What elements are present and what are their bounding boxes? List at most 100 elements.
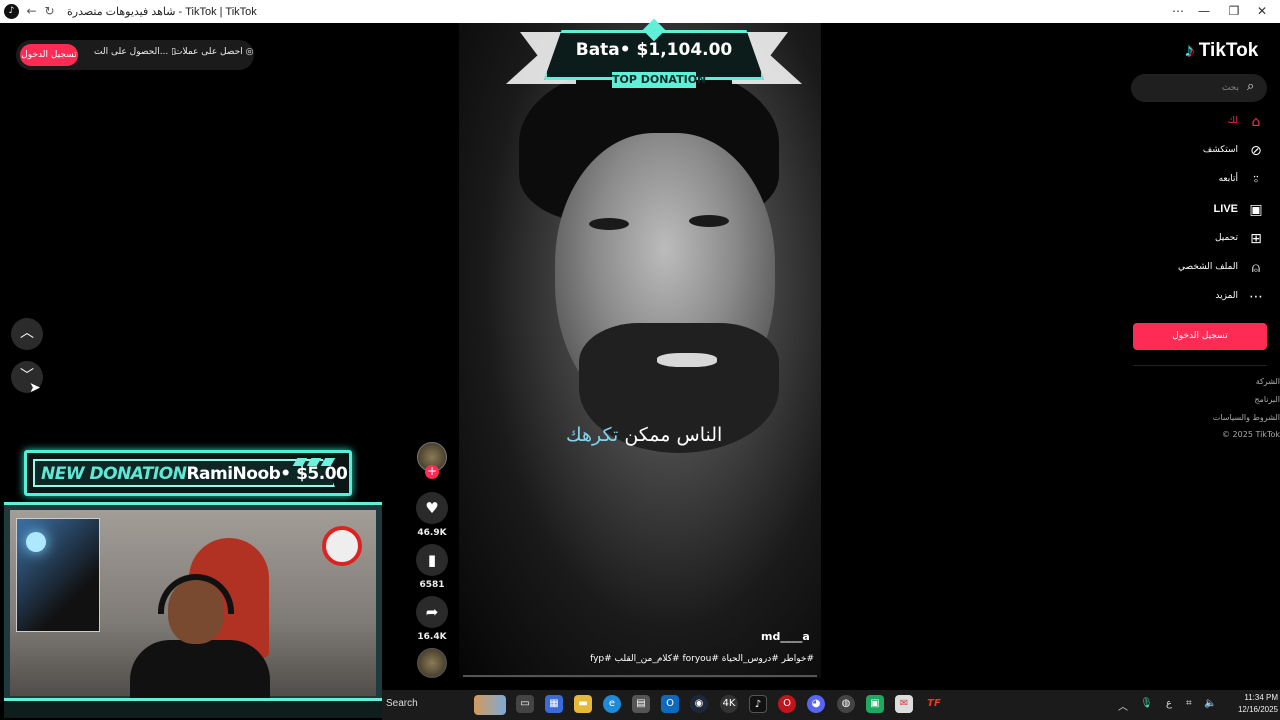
windows-taskbar: Search ▭ ▦ ▬ e ▤ O ◉ 4K ♪ O ◕ ◍ ▣ ✉ TF ︿… [382,690,1280,720]
close-icon[interactable]: ✕ [1252,2,1272,20]
volume-icon[interactable]: 🔈 [1204,698,1216,709]
widgets-icon[interactable]: ▦ [545,695,563,713]
maximize-icon[interactable]: ❐ [1224,2,1244,20]
clock-date: 12/16/2025 [1237,705,1278,714]
video-eye [689,215,729,227]
mouse-cursor-icon: ➤ [29,380,41,396]
reload-icon[interactable]: ↻ [42,4,57,19]
sidebar-item-explore[interactable]: استكشف ⊘ [1132,139,1268,165]
sound-disc-icon[interactable] [417,648,447,678]
tf-app-icon[interactable]: TF [925,695,943,713]
login-button[interactable]: تسجيل الدخول [20,44,78,66]
heart-icon: ♥ [425,499,439,517]
file-explorer-icon[interactable]: ▬ [574,695,592,713]
more-dots-icon: ⋯ [1249,289,1263,305]
sidebar-item-label: المزيد [1215,291,1238,301]
microphone-icon[interactable]: 🎙 [1140,698,1153,709]
sidebar-item-label: أتابعه [1218,174,1238,184]
top-actions-bar: تسجيل الدخول الحصول على الت... ▯ احصل عل… [16,40,254,70]
home-icon: ⌂ [1251,114,1261,130]
store-icon[interactable]: ▤ [632,695,650,713]
back-arrow-icon[interactable]: ← [24,4,39,19]
caption-part2: تكرهك [566,424,619,446]
brand-text: TikTok [1198,40,1259,61]
tiktok-taskbar-icon[interactable]: ♪ [749,695,767,713]
new-donation-amount: RamiNoob• $5.00 [186,464,348,484]
no-smoking-sign [322,526,362,566]
taskbar-search[interactable]: Search [386,698,418,709]
clock-time: 11:34 PM [1244,693,1278,702]
webcam-overlay [4,502,382,718]
tiktok-logo[interactable]: ♪ TikTok [1184,40,1258,62]
footer-link-terms[interactable]: الشروط والسياسات [1180,413,1280,422]
footer-link-program[interactable]: البرنامج [1180,395,1280,404]
tray-chevron-icon[interactable]: ︿ [1118,698,1128,713]
following-icon: ⍤ [1251,172,1261,188]
search-box[interactable]: ⌕ [1131,74,1267,102]
edge-icon[interactable]: e [603,695,621,713]
profile-icon: ⍝ [1251,260,1261,276]
sidebar-login-button[interactable]: تسجيل الدخول [1133,323,1267,350]
4k-app-icon[interactable]: 4K [720,695,738,713]
sidebar-item-more[interactable]: المزيد ⋯ [1132,285,1268,311]
get-app-button[interactable]: الحصول على الت... ▯ [94,47,176,57]
footer-link-company[interactable]: الشركة [1180,377,1280,386]
footer-copyright: © 2025 TikTok [1222,430,1280,439]
video-description: #خواطر #دروس_الحياة #foryou #كلام_من_الق… [590,654,814,664]
more-icon[interactable]: ⋯ [1168,2,1188,20]
coin-icon: ◎ [245,47,254,57]
bookmark-icon: ▮ [427,551,437,569]
webcam-frame-bottom [4,698,382,718]
sidebar-item-upload[interactable]: تحميل ⊞ [1132,227,1268,253]
donation-text: NEW DONATIONRamiNoob• $5.00 [41,464,348,484]
share-button[interactable]: ➦ [416,596,448,628]
get-coins-button[interactable]: احصل على عملات ◎ [174,47,253,57]
like-button[interactable]: ♥ [416,492,448,524]
opera-icon[interactable]: O [778,695,796,713]
window-title: شاهد فيديوهات متصدرة - TikTok | TikTok [67,6,257,18]
sidebar-item-live[interactable]: LIVE ▣ [1132,198,1268,224]
outlook-icon[interactable]: O [661,695,679,713]
video-progress-bar[interactable] [463,675,817,677]
save-button[interactable]: ▮ [416,544,448,576]
taskbar-clock[interactable]: 11:34 PM 12/16/2025 [1228,692,1278,716]
search-input[interactable] [1141,80,1239,96]
task-view-icon[interactable]: ▭ [516,695,534,713]
tiktok-note-icon: ♪ [1184,40,1194,61]
webcam-frame-top [4,502,382,514]
network-icon[interactable]: ⌗ [1186,698,1192,709]
steam-icon[interactable]: ◉ [690,695,708,713]
save-count: 6581 [419,580,445,590]
top-donation-label: TOP DONATION [612,72,707,88]
get-coins-label: احصل على عملات [174,47,243,57]
video-action-rail: + ♥ 46.9K ▮ 6581 ➦ 16.4K [414,440,450,680]
chevron-up-icon: ︿ [20,325,34,341]
webcam-lamp [26,532,46,552]
follow-plus-icon[interactable]: + [425,465,439,479]
search-icon[interactable]: ⌕ [1247,79,1254,94]
share-count: 16.4K [417,632,447,642]
search-highlight-image [474,695,506,715]
new-donation-label: NEW DONATION [41,464,187,484]
app-green-icon[interactable]: ▣ [866,695,884,713]
tray-language[interactable]: ع [1166,698,1172,709]
tiktok-favicon-icon: ♪ [4,4,19,19]
share-arrow-icon: ➦ [425,603,439,621]
obs-icon[interactable]: ◍ [837,695,855,713]
video-player[interactable] [459,23,821,678]
sidebar-item-following[interactable]: أتابعه ⍤ [1132,168,1268,194]
video-mouth [657,353,717,367]
minimize-icon[interactable]: — [1194,2,1214,20]
top-donation-amount: Bata• $1,104.00 [575,40,733,60]
sidebar-item-profile[interactable]: الملف الشخصي ⍝ [1132,256,1268,282]
like-count: 46.9K [417,528,447,538]
video-author[interactable]: md____a [761,630,810,643]
sidebar-item-label: استكشف [1202,145,1238,155]
video-eye [589,218,629,230]
sidebar-item-for-you[interactable]: لك ⌂ [1132,110,1268,136]
previous-video-button[interactable]: ︿ [11,318,43,350]
sidebar-item-label: لك [1227,116,1238,126]
app-mail-icon[interactable]: ✉ [895,695,913,713]
live-icon: ▣ [1249,202,1263,218]
discord-icon[interactable]: ◕ [807,695,825,713]
